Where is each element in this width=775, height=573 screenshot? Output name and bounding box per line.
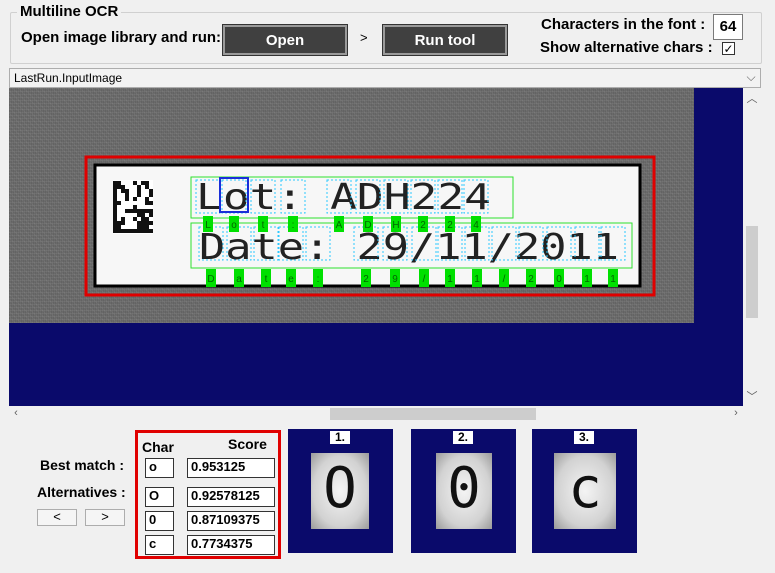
chars-in-font-input[interactable]: 64 — [713, 14, 743, 40]
image-display[interactable]: Lot: ADH224 Date: 29/11/2011 Lot:ADH224D… — [9, 88, 743, 406]
best-score-cell: 0.953125 — [187, 458, 275, 478]
arrow-label: > — [360, 30, 368, 45]
char-marker-label: 1 — [584, 274, 590, 285]
group-title: Multiline OCR — [17, 3, 122, 20]
alternatives-label: Alternatives : — [37, 484, 126, 500]
char-marker-label: a — [236, 274, 242, 285]
vertical-scrollbar[interactable]: ︿ ﹀ — [743, 88, 761, 406]
char-marker-label: L — [205, 220, 211, 231]
horizontal-scroll-thumb[interactable] — [330, 408, 536, 420]
glyph-image-1: O — [311, 453, 369, 529]
char-marker-label: / — [423, 274, 426, 285]
open-button[interactable]: Open — [222, 24, 348, 56]
input-image: Lot: ADH224 Date: 29/11/2011 Lot:ADH224D… — [9, 88, 694, 323]
chevron-down-icon[interactable]: ⌵ — [743, 70, 759, 86]
glyph-panel-1: 1. O — [288, 429, 393, 553]
scroll-down-icon[interactable]: ﹀ — [743, 388, 761, 404]
char-marker-label: 2 — [420, 220, 426, 231]
char-marker-label: 0 — [556, 274, 562, 285]
char-marker-label: t — [262, 220, 265, 231]
panel-2-label: 2. — [453, 431, 473, 444]
score-header: Score — [228, 436, 267, 452]
glyph-image-3: c — [554, 453, 616, 529]
char-marker-label: D — [207, 274, 214, 285]
glyph-2-char: 0 — [447, 456, 481, 521]
glyph-panel-2: 2. 0 — [411, 429, 516, 553]
scroll-right-icon[interactable]: › — [729, 407, 743, 419]
char-marker-label: 2 — [528, 274, 534, 285]
panel-3-label: 3. — [574, 431, 594, 444]
glyph-panel-3: 3. c — [532, 429, 637, 553]
previous-button[interactable]: < — [37, 509, 77, 526]
alt2-char-cell: 0 — [145, 511, 174, 531]
char-marker-label: : — [292, 220, 295, 231]
run-tool-button[interactable]: Run tool — [382, 24, 508, 56]
char-marker-label: o — [231, 220, 237, 231]
alt3-score-cell: 0.7734375 — [187, 535, 275, 555]
char-marker-label: t — [265, 274, 268, 285]
char-marker-label: : — [317, 274, 320, 285]
alt1-score-cell: 0.92578125 — [187, 487, 275, 507]
char-marker-label: 2 — [447, 220, 453, 231]
panel-1-label: 1. — [330, 431, 350, 444]
image-selector-value: LastRun.InputImage — [14, 71, 123, 85]
chars-in-font-label: Characters in the font : — [541, 16, 706, 33]
char-marker-label: A — [336, 220, 343, 231]
char-marker-label: 1 — [447, 274, 453, 285]
char-marker-label: 2 — [363, 274, 369, 285]
glyph-image-2: 0 — [436, 453, 492, 529]
char-marker-label: e — [288, 274, 294, 285]
best-match-label: Best match : — [40, 457, 125, 473]
char-marker-label: / — [503, 274, 506, 285]
char-marker-label: 1 — [610, 274, 616, 285]
ocr-line2-text: Date: 29/11/2011 — [199, 227, 619, 268]
char-marker-label: H — [392, 220, 399, 231]
ocr-overlay: Lot: ADH224 Date: 29/11/2011 Lo t: A D H 2 2 4D… — [84, 155, 656, 297]
vertical-scroll-thumb[interactable] — [746, 226, 758, 318]
next-button[interactable]: > — [85, 509, 125, 526]
open-library-label: Open image library and run: — [21, 29, 222, 46]
glyph-1-char: O — [323, 456, 357, 521]
char-marker-label: 4 — [473, 220, 479, 231]
alt3-char-cell: c — [145, 535, 174, 555]
results-table: Char Score o 0.953125 O 0.92578125 0 0.8… — [135, 430, 281, 559]
multiline-ocr-window: Multiline OCR Open image library and run… — [0, 0, 775, 573]
image-selector-combo[interactable]: LastRun.InputImage — [9, 68, 761, 88]
show-alternatives-label: Show alternative chars : — [540, 39, 713, 56]
alt1-char-cell: O — [145, 487, 174, 507]
show-alternatives-checkbox[interactable]: ✓ — [722, 42, 735, 55]
glyph-3-char: c — [568, 456, 602, 521]
alt2-score-cell: 0.87109375 — [187, 511, 275, 531]
datamatrix-code — [113, 180, 153, 234]
best-char-cell: o — [145, 458, 174, 478]
char-header: Char — [142, 439, 174, 455]
scroll-left-icon[interactable]: ‹ — [9, 407, 23, 419]
char-marker-label: 1 — [474, 274, 480, 285]
horizontal-scrollbar[interactable]: ‹ › — [9, 406, 743, 422]
scroll-up-icon[interactable]: ︿ — [743, 90, 761, 106]
char-marker-label: 9 — [392, 274, 398, 285]
char-marker-label: D — [364, 220, 371, 231]
